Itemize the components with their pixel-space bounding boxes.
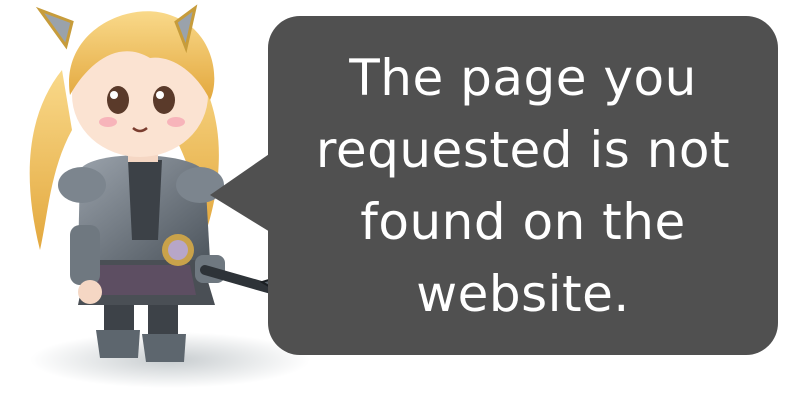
left-gauntlet (70, 225, 100, 285)
right-pauldron (176, 167, 224, 203)
left-eye (107, 86, 129, 114)
left-hand (78, 280, 102, 304)
armor-chest-plate (128, 160, 162, 240)
right-eye (153, 86, 175, 114)
error-message: The page you requested is not found on t… (315, 48, 731, 323)
left-blush (99, 117, 117, 127)
right-blush (167, 117, 185, 127)
speech-bubble: The page you requested is not found on t… (268, 16, 778, 355)
left-boot (96, 330, 140, 358)
error-page: The page you requested is not found on t… (0, 0, 789, 407)
right-boot (142, 334, 186, 362)
left-twintail (29, 70, 72, 250)
left-hair-ornament (35, 6, 74, 50)
left-pauldron (58, 167, 106, 203)
